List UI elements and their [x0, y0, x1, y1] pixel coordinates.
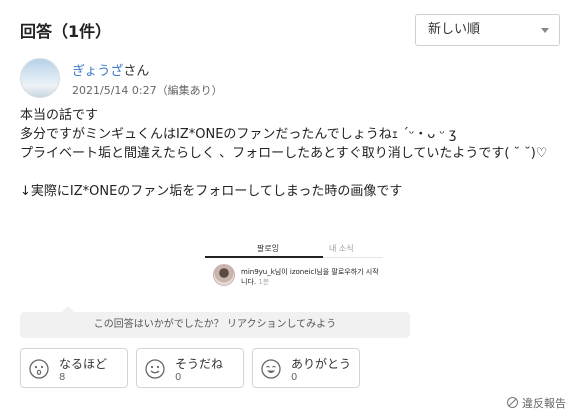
embed-notice-ago: 1분	[258, 278, 270, 286]
embed-tab-news: 내 소식	[329, 244, 354, 253]
answers-count-title: 回答（1件）	[20, 22, 112, 41]
sort-select-value: 新しい順	[428, 22, 481, 37]
report-link[interactable]: 違反報告	[507, 395, 566, 411]
answer-line: 多分ですがミンギュくんはIZ*ONEのファンだったんでしょうねｪ ´ᵕ・ᴗ ᵕ …	[20, 127, 457, 142]
sort-select[interactable]: 新しい順	[415, 14, 560, 46]
reaction-label: ありがとう	[291, 357, 352, 371]
reaction-label: なるほど	[59, 357, 108, 371]
reaction-soudane-button[interactable]: そうだね 0	[136, 348, 244, 388]
answers-header: 回答（1件） 新しい順	[20, 14, 560, 46]
reaction-label: そうだね	[175, 357, 224, 371]
avatar[interactable]	[20, 58, 60, 98]
answer-line: 本当の話です	[20, 108, 99, 123]
reaction-count: 0	[291, 372, 298, 383]
username-link[interactable]: ぎょうざ	[72, 64, 123, 79]
reaction-count: 8	[59, 372, 66, 383]
answer-body: 本当の話です 多分ですがミンギュくんはIZ*ONEのファンだったんでしょうねｪ …	[20, 106, 565, 201]
answer-line: プライベート垢と間違えたらしく 、フォローしたあとすぐ取り消していたようです( …	[20, 146, 548, 161]
prohibited-icon	[507, 397, 518, 408]
embed-tab-following: 팔로잉	[257, 244, 280, 253]
reaction-prompt: この回答はいかがでしたか？ リアクションしてみよう	[20, 306, 410, 338]
embed-notice-cont-text: 니다.	[241, 278, 257, 286]
grin-face-icon	[261, 359, 281, 379]
report-label: 違反報告	[522, 397, 566, 410]
embed-tab-underline	[205, 256, 323, 258]
surprised-face-icon	[29, 359, 49, 379]
smile-face-icon	[145, 359, 165, 379]
answer-image[interactable]: 팔로잉 내 소식 min9yu_k님이 izoneicl님을 팔로우하기 시작 …	[205, 240, 383, 296]
reaction-arigatou-button[interactable]: ありがとう 0	[252, 348, 360, 388]
reaction-naruhodo-button[interactable]: なるほど 8	[20, 348, 128, 388]
answer-date: 2021/5/14 0:27（編集あり）	[72, 84, 223, 97]
answer-line-blank	[20, 163, 565, 182]
answer-line: ↓実際にIZ*ONEのファン垢をフォローしてしまった時の画像です	[20, 184, 403, 199]
embed-notice-cont: 니다. 1분	[241, 277, 269, 287]
chevron-down-icon	[541, 28, 549, 33]
user-line: ぎょうざさん	[72, 60, 149, 79]
reaction-count: 0	[175, 372, 182, 383]
embed-tabs: 팔로잉 내 소식	[205, 240, 383, 258]
username-honorific: さん	[123, 64, 150, 79]
embed-notice-text: min9yu_k님이 izoneicl님을 팔로우하기 시작	[241, 268, 379, 276]
embed-avatar	[213, 264, 235, 286]
